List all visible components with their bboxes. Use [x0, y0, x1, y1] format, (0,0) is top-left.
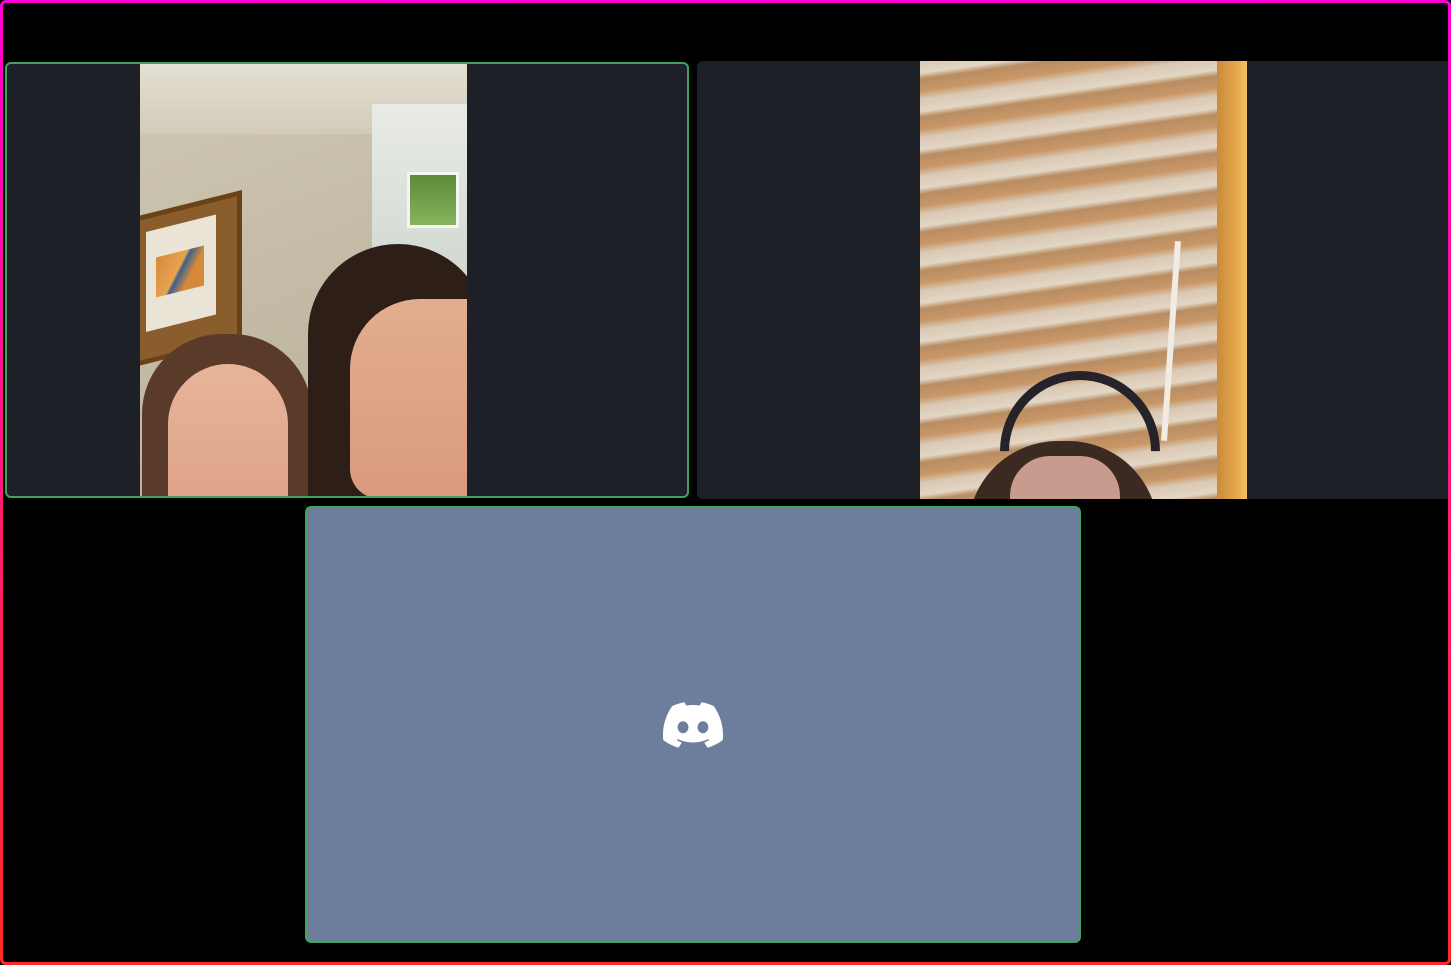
participant-tile-1[interactable]: [5, 62, 689, 498]
discord-logo-icon: [663, 701, 723, 748]
participant-face: [350, 299, 467, 496]
participant-1-video: [140, 64, 467, 496]
participant-face: [168, 364, 288, 496]
participant-tile-3[interactable]: [305, 506, 1081, 943]
participant-tile-2[interactable]: [697, 61, 1448, 499]
participant-2-video: [920, 61, 1247, 499]
call-window: [0, 0, 1451, 965]
